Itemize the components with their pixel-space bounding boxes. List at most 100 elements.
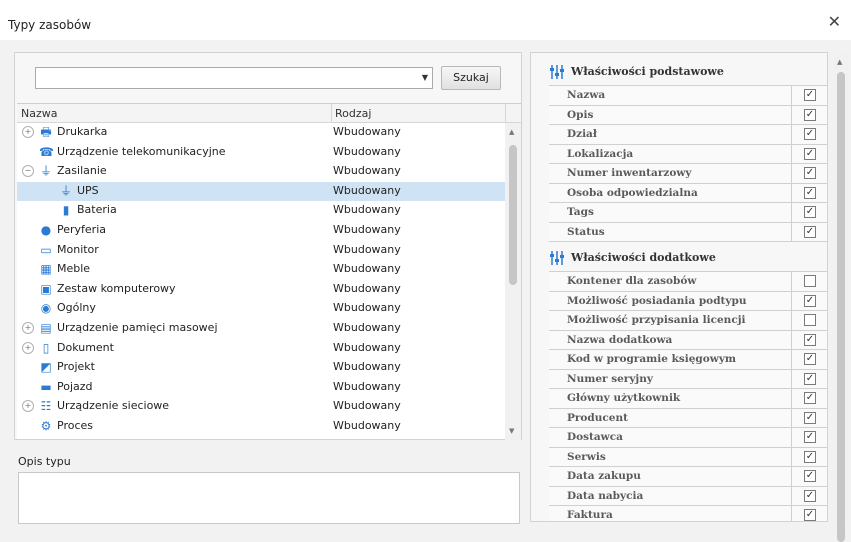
property-checkbox[interactable] [804,275,816,287]
title-bar: Typy zasobów ✕ [0,0,851,40]
property-checkbox[interactable]: ✓ [804,89,816,101]
table-row[interactable]: ⏚ UPS Wbudowany [17,181,505,202]
collapse-icon[interactable]: − [22,165,34,178]
table-row[interactable]: ◩ Projekt Wbudowany [17,358,505,378]
property-checkbox[interactable]: ✓ [804,489,816,502]
row-name: UPS [77,183,99,197]
close-icon[interactable]: ✕ [828,14,841,30]
property-checkbox[interactable]: ✓ [804,128,816,140]
property-name: Data nabycia [567,489,644,502]
property-checkbox[interactable]: ✓ [804,353,816,365]
property-checkbox[interactable]: ✓ [804,372,816,385]
property-checkbox[interactable]: ✓ [804,392,816,404]
property-checkbox[interactable]: ✓ [804,431,816,443]
table-row[interactable]: ▦ Meble Wbudowany [17,260,505,280]
search-button[interactable]: Szukaj [441,66,501,90]
row-name: Ogólny [57,301,96,315]
property-name: Serwis [567,450,606,463]
chevron-down-icon[interactable]: ▼ [422,73,428,82]
property-row: Nazwa dodatkowa ✓ [549,330,827,350]
table-row[interactable]: ◉ Ogólny Wbudowany [17,299,505,319]
property-checkbox[interactable]: ✓ [804,206,816,218]
sliders-icon [550,251,564,265]
grid-scrollbar[interactable]: ▲ ▼ [505,123,521,440]
properties-scrollbar[interactable]: ▲ [834,52,848,542]
column-header-kind[interactable]: Rodzaj [335,107,371,120]
row-kind: Wbudowany [333,418,401,432]
scroll-up-icon[interactable]: ▲ [837,58,842,66]
property-row: Kontener dla zasobów [549,272,827,292]
row-kind: Wbudowany [333,183,401,197]
property-row: Możliwość posiadania podtypu ✓ [549,291,827,311]
row-name: Bateria [77,203,117,217]
search-combobox[interactable]: ▼ [35,67,433,89]
gears-icon: ⚙ [40,418,52,433]
table-row[interactable]: ▬ Pojazd Wbudowany [17,378,505,398]
property-checkbox[interactable]: ✓ [804,333,816,346]
property-checkbox[interactable]: ✓ [804,294,816,307]
property-checkbox[interactable]: ✓ [804,509,816,521]
row-kind: Wbudowany [333,281,401,295]
extra-properties-list: Kontener dla zasobów Możliwość posiadania… [549,271,827,521]
property-checkbox[interactable]: ✓ [804,167,816,179]
property-row: Osoba odpowiedzialna ✓ [549,183,827,203]
property-checkbox[interactable]: ✓ [804,108,816,121]
property-row: Status ✓ [549,222,827,242]
property-row: Data zakupu ✓ [549,467,827,487]
resource-types-grid: Nazwa Rodzaj + 🖶 Drukarka Wbudowany ☎ Urządze… [17,103,521,440]
property-name: Tags [567,206,594,218]
scrollbar-thumb[interactable] [509,145,517,285]
computer-icon: ▣ [40,281,52,296]
battery-icon: ▮ [62,203,70,218]
sliders-icon [550,65,564,79]
row-name: Pojazd [57,379,93,393]
description-textarea[interactable] [18,472,520,524]
document-icon: ▯ [42,340,50,355]
property-name: Producent [567,411,628,424]
property-checkbox[interactable] [804,314,816,326]
row-kind: Wbudowany [333,144,401,158]
property-row: Opis ✓ [549,105,827,125]
table-row[interactable]: + ▯ Dokument Wbudowany [17,339,505,359]
expand-icon[interactable]: + [22,400,34,413]
scroll-down-icon[interactable]: ▼ [509,427,514,435]
property-checkbox[interactable]: ✓ [804,470,816,482]
property-row: Producent ✓ [549,408,827,428]
table-row[interactable]: ⚙ Proces Wbudowany [17,417,505,437]
table-row[interactable]: + ☷ Urządzenie sieciowe Wbudowany [17,397,505,417]
property-name: Opis [567,108,594,121]
table-row[interactable]: ▭ Monitor Wbudowany [17,241,505,261]
property-checkbox[interactable]: ✓ [804,450,816,463]
property-checkbox[interactable]: ✓ [804,147,816,160]
property-row: Tags ✓ [549,203,827,223]
row-name: Peryferia [57,222,107,236]
scroll-up-icon[interactable]: ▲ [509,128,514,136]
expand-icon[interactable]: + [22,321,34,334]
property-checkbox[interactable]: ✓ [804,186,816,199]
scrollbar-thumb[interactable] [837,72,845,542]
row-kind: Wbudowany [333,301,401,315]
table-row[interactable]: ☎ Urządzenie telekomunikacyjne Wbudowany [17,143,505,163]
table-row[interactable]: + ▤ Urządzenie pamięci masowej Wbudowany [17,319,505,339]
row-name: Drukarka [57,125,108,138]
property-checkbox[interactable]: ✓ [804,411,816,424]
column-header-name[interactable]: Nazwa [21,107,57,120]
table-row[interactable]: ▣ Zestaw komputerowy Wbudowany [17,280,505,300]
property-name: Kontener dla zasobów [567,275,697,287]
row-kind: Wbudowany [333,360,401,374]
row-kind: Wbudowany [333,399,401,413]
table-row[interactable]: ▮ Bateria Wbudowany [17,201,505,221]
expand-icon[interactable]: + [22,341,34,354]
property-row: Główny użytkownik ✓ [549,389,827,409]
row-name: Meble [57,262,91,276]
table-row[interactable]: − ⏚ Zasilanie Wbudowany [17,162,505,182]
expand-icon[interactable]: + [22,126,34,138]
table-row[interactable]: ● Peryferia Wbudowany [17,221,505,241]
row-name: Proces [57,418,93,432]
extra-properties-title: Właściwości dodatkowe [571,251,716,264]
property-checkbox[interactable]: ✓ [804,225,816,238]
row-kind: Wbudowany [333,262,401,276]
table-row[interactable]: + 🖶 Drukarka Wbudowany [17,123,505,143]
extra-properties-header: Właściwości dodatkowe [531,245,827,271]
property-row: Nazwa ✓ [549,86,827,106]
